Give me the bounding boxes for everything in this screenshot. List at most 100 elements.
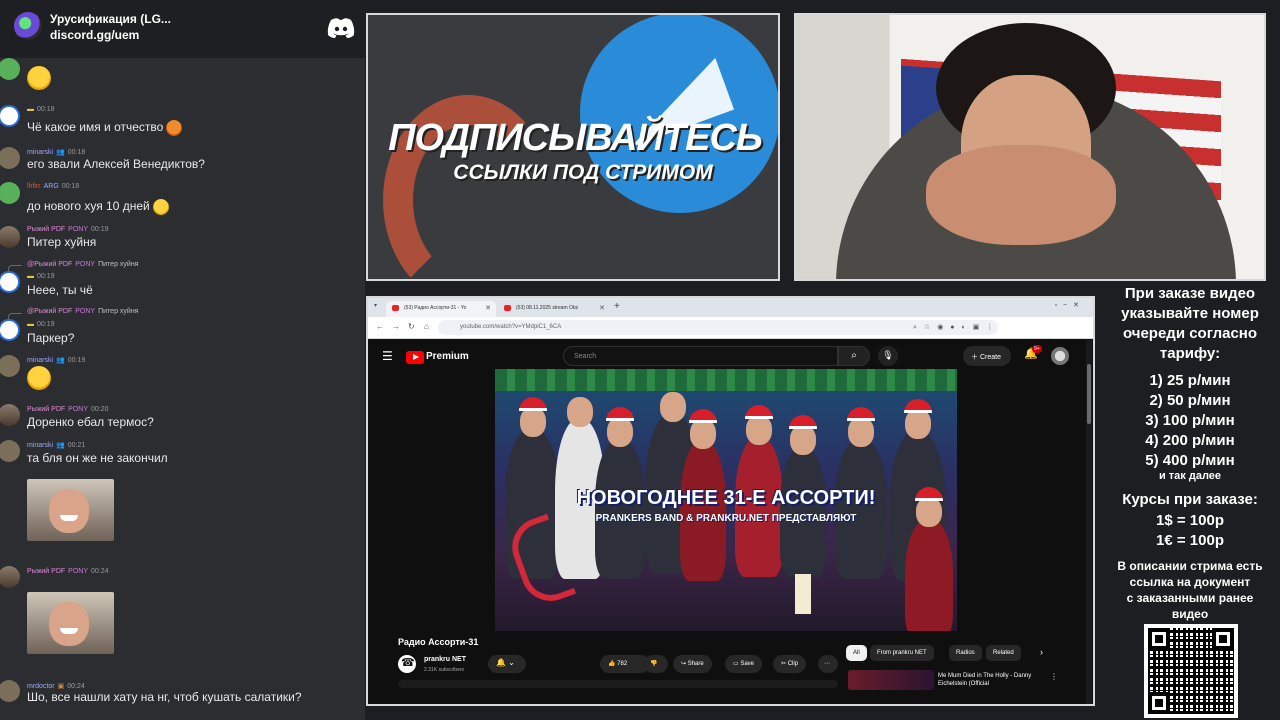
window-controls[interactable]: ▫−✕ bbox=[1055, 301, 1085, 309]
scrollbar[interactable] bbox=[1086, 340, 1092, 704]
username[interactable]: minarski bbox=[27, 357, 53, 364]
clip-button[interactable]: ✂ Clip bbox=[773, 655, 807, 673]
tab-search-icon[interactable]: ▾ bbox=[374, 302, 377, 309]
stream-overlay: Урусификация (LG... discord.gg/uem ▬ 00:1… bbox=[0, 0, 1280, 720]
reload-icon[interactable]: ↻ bbox=[408, 322, 415, 331]
youtube-page: ☰ Premium Search ⌕ 🎙 ＋ Create 🔔 9+ НОВОГ… bbox=[368, 340, 1093, 704]
forward-icon[interactable]: → bbox=[392, 322, 400, 331]
recommendation-thumbnail[interactable] bbox=[848, 670, 934, 690]
rate-line: 1€ = 100р bbox=[1156, 532, 1224, 549]
more-options-icon[interactable]: ⋮ bbox=[1050, 672, 1058, 681]
pleading-face-emoji bbox=[27, 66, 51, 90]
youtube-logo-icon[interactable] bbox=[406, 351, 424, 364]
username[interactable]: lhfirr bbox=[27, 183, 41, 190]
user-avatar[interactable] bbox=[0, 182, 20, 204]
reply-username: @Рыжий PDF bbox=[27, 308, 73, 315]
user-avatar[interactable] bbox=[0, 58, 20, 80]
chip-radios[interactable]: Radios bbox=[949, 645, 982, 661]
reply-preview[interactable]: @Рыжий PDF PONY Питер хуйня bbox=[27, 308, 138, 315]
video-player[interactable]: НОВОГОДНЕЕ 31-Е АССОРТИ! PRANKERS BAND &… bbox=[495, 369, 957, 631]
garland-decoration bbox=[495, 369, 957, 391]
username[interactable]: Рыжий PDF bbox=[27, 226, 65, 233]
search-icon[interactable]: ⌕ bbox=[838, 346, 870, 366]
like-count: 782 bbox=[617, 661, 628, 667]
message-meta: Рыжий PDF PONY 00:20 bbox=[27, 406, 109, 413]
emoji bbox=[166, 120, 183, 136]
message-text: Паркер? bbox=[27, 331, 75, 345]
address-bar-row: ← → ↻ ⌂ youtube.com/watch?v=YMdpiC1_6CA … bbox=[368, 317, 1093, 339]
price-tier: 5) 400 р/мин bbox=[1145, 452, 1235, 469]
image-attachment[interactable] bbox=[27, 479, 114, 541]
message-text: до нового хуя 10 дней bbox=[27, 199, 169, 215]
user-avatar[interactable] bbox=[0, 147, 20, 169]
description-box[interactable] bbox=[398, 680, 838, 688]
message-meta: Рыжий PDF PONY 00:24 bbox=[27, 568, 109, 575]
youtube-favicon bbox=[392, 305, 399, 311]
message-meta: ▬ 00:19 bbox=[27, 273, 55, 280]
username[interactable]: mrdoctor bbox=[27, 683, 55, 690]
message-text: Неее, ты чё bbox=[27, 283, 93, 297]
message-time: 00:19 bbox=[67, 357, 86, 364]
image-attachment[interactable] bbox=[27, 592, 114, 654]
user-avatar[interactable] bbox=[0, 566, 20, 588]
search-input[interactable]: Search bbox=[563, 346, 838, 366]
chip-all[interactable]: All bbox=[846, 645, 867, 661]
message-text: Доренко ебал термос? bbox=[27, 415, 154, 429]
laughing-emoji bbox=[27, 366, 51, 390]
user-avatar[interactable] bbox=[0, 440, 20, 462]
create-button[interactable]: ＋ Create bbox=[963, 346, 1011, 366]
close-tab-icon[interactable]: ✕ bbox=[485, 304, 491, 312]
server-icon[interactable] bbox=[14, 12, 42, 40]
close-tab-icon[interactable]: ✕ bbox=[599, 304, 605, 312]
youtube-favicon bbox=[504, 305, 511, 311]
username[interactable]: Рыжий PDF bbox=[27, 406, 65, 413]
user-tag: ARG bbox=[43, 183, 59, 190]
server-invite-link[interactable]: discord.gg/uem bbox=[50, 28, 139, 42]
message-time: 00:24 bbox=[91, 568, 109, 575]
user-avatar[interactable] bbox=[0, 680, 20, 702]
message-text: Шо, все нашли хату на нг, чтоб кушать са… bbox=[27, 690, 302, 704]
message-text: его звали Алексей Венедиктов? bbox=[27, 157, 205, 171]
back-icon[interactable]: ← bbox=[376, 322, 384, 331]
message-text: та бля он же не закончил bbox=[27, 451, 168, 465]
reply-preview[interactable]: @Рыжий PDF PONY Питер хуйня bbox=[27, 261, 138, 268]
youtube-brand[interactable]: Premium bbox=[426, 351, 469, 362]
message-time: 00:21 bbox=[67, 442, 86, 449]
home-icon[interactable]: ⌂ bbox=[424, 322, 429, 331]
user-avatar[interactable] bbox=[0, 226, 20, 248]
share-label: Share bbox=[687, 661, 704, 667]
browser-window: ▾ (53) Радио Ассорти-31 - Yo ✕ (53) 08.11… bbox=[366, 296, 1095, 706]
username[interactable]: minarski bbox=[27, 442, 53, 449]
subscribed-bell-button[interactable]: 🔔 ⌄ bbox=[488, 655, 526, 673]
menu-icon[interactable]: ☰ bbox=[382, 349, 393, 363]
username[interactable]: Рыжий PDF bbox=[27, 568, 65, 575]
browser-tab-active[interactable]: (53) Радио Ассорти-31 - Yo ✕ bbox=[386, 301, 496, 317]
channel-avatar[interactable] bbox=[398, 655, 416, 673]
chip-from-channel[interactable]: From prankru NET bbox=[870, 645, 934, 661]
message-time: 00:20 bbox=[91, 406, 109, 413]
mic-icon[interactable]: 🎙 bbox=[878, 346, 898, 366]
more-actions-icon[interactable]: ⋯ bbox=[818, 655, 838, 673]
chevron-right-icon[interactable]: › bbox=[1040, 647, 1043, 657]
new-tab-button[interactable]: + bbox=[614, 301, 620, 312]
share-button[interactable]: ↪ Share bbox=[673, 655, 712, 673]
discord-icon bbox=[327, 18, 355, 38]
message-meta: ▬ 00:18 bbox=[27, 106, 55, 113]
username[interactable]: minarski bbox=[27, 149, 53, 156]
chip-related[interactable]: Related bbox=[986, 645, 1021, 661]
user-avatar[interactable] bbox=[0, 355, 20, 377]
user-avatar[interactable] bbox=[0, 105, 20, 127]
save-button[interactable]: ▭ Save bbox=[725, 655, 763, 673]
dislike-button[interactable]: 👎 bbox=[644, 655, 668, 673]
message-meta: mrdoctor ▣ 00:24 bbox=[27, 683, 85, 690]
like-button[interactable]: 👍 782 bbox=[600, 655, 650, 673]
channel-name[interactable]: prankru NET bbox=[424, 656, 466, 663]
recommendation-title[interactable]: Me Mum Died in The Holly - Danny Eichels… bbox=[938, 672, 1038, 688]
extension-icons[interactable]: ⌕☆◉●◐▣⋮ bbox=[913, 323, 1000, 332]
user-avatar[interactable] bbox=[0, 404, 20, 426]
chat-header: Урусификация (LG... discord.gg/uem bbox=[0, 0, 365, 58]
user-avatar[interactable] bbox=[0, 319, 20, 341]
account-avatar[interactable] bbox=[1051, 347, 1069, 365]
browser-tab[interactable]: (53) 08.11.2025 stream Obs ✕ bbox=[498, 301, 610, 317]
user-avatar[interactable] bbox=[0, 271, 20, 293]
